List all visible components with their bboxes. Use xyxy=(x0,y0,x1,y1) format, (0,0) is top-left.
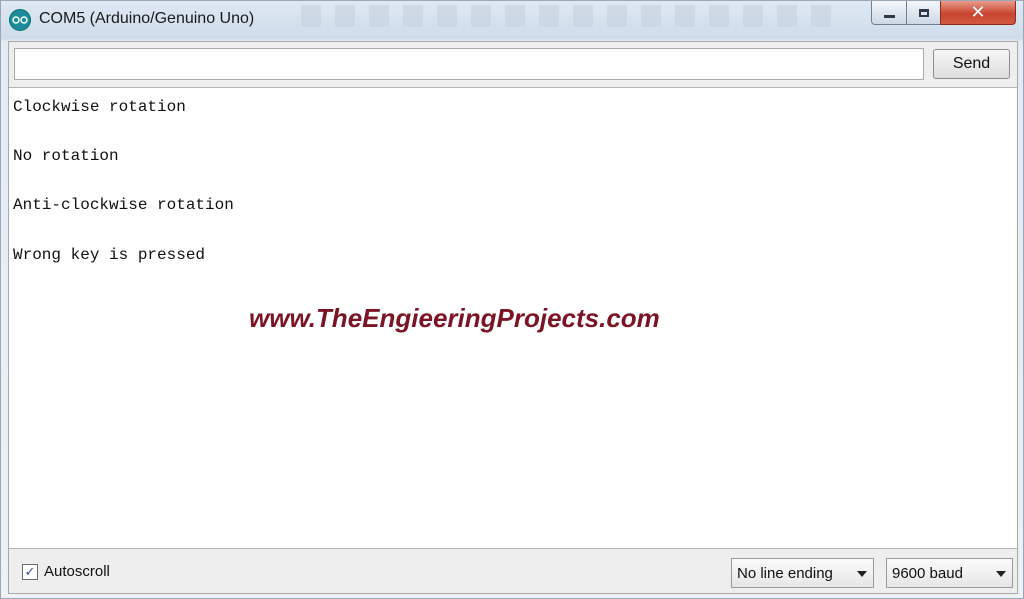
baud-rate-select[interactable]: 9600 baud xyxy=(886,558,1013,588)
arduino-infinity-icon xyxy=(9,9,31,31)
output-line: Clockwise rotation xyxy=(13,98,186,116)
serial-send-input[interactable] xyxy=(14,48,924,80)
chevron-down-icon xyxy=(857,571,867,577)
line-ending-select[interactable]: No line ending xyxy=(731,558,874,588)
serial-monitor-client: Send Clockwise rotation No rotation Anti… xyxy=(8,41,1018,594)
background-toolbar-ghost xyxy=(301,5,831,31)
watermark-text: www.TheEngieeringProjects.com xyxy=(249,303,660,333)
line-ending-value: No line ending xyxy=(737,564,833,582)
baud-rate-value: 9600 baud xyxy=(892,564,963,582)
title-bar[interactable]: COM5 (Arduino/Genuino Uno) ✕ xyxy=(1,1,1023,39)
output-line: No rotation xyxy=(13,147,119,165)
serial-monitor-footer: ✓ Autoscroll No line ending 9600 baud xyxy=(9,549,1017,593)
autoscroll-checkbox[interactable]: ✓ xyxy=(22,564,38,580)
output-line: Anti-clockwise rotation xyxy=(13,196,234,214)
window-title: COM5 (Arduino/Genuino Uno) xyxy=(39,10,255,27)
autoscroll-label[interactable]: Autoscroll xyxy=(44,563,110,580)
serial-output-area[interactable]: Clockwise rotation No rotation Anti-cloc… xyxy=(9,87,1017,549)
send-button[interactable]: Send xyxy=(933,49,1010,79)
checkmark-icon: ✓ xyxy=(24,564,36,580)
close-icon: ✕ xyxy=(970,1,986,23)
serial-monitor-window: COM5 (Arduino/Genuino Uno) ✕ Send Clockw… xyxy=(0,0,1024,599)
maximize-icon xyxy=(918,8,929,17)
chevron-down-icon xyxy=(996,571,1006,577)
output-line: Wrong key is pressed xyxy=(13,246,206,264)
minimize-button[interactable] xyxy=(871,1,907,25)
maximize-button[interactable] xyxy=(906,1,941,25)
minimize-icon xyxy=(883,15,895,18)
close-button[interactable]: ✕ xyxy=(940,1,1016,25)
